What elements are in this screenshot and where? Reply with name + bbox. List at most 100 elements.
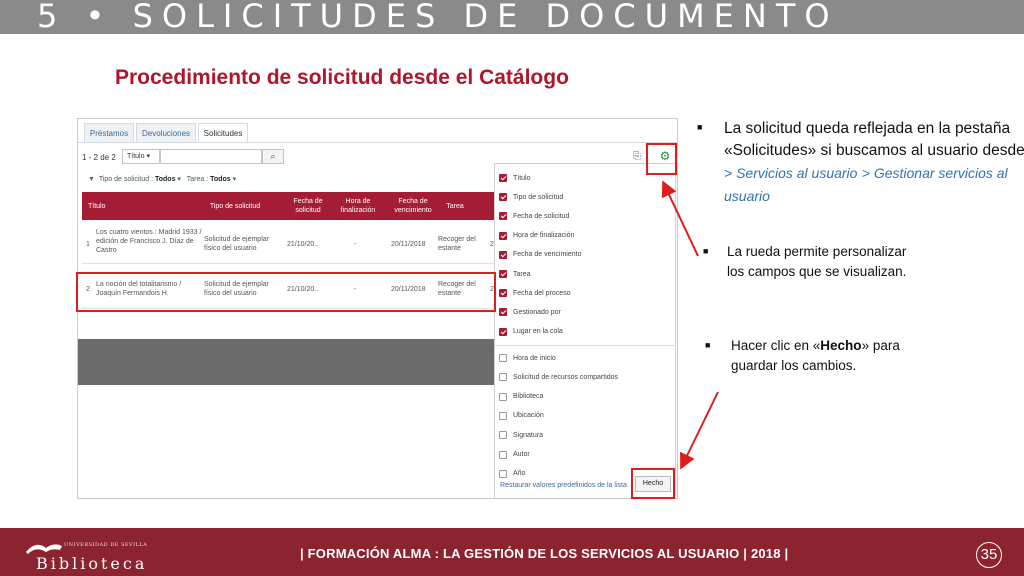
- filter-task-value[interactable]: Todos: [210, 176, 230, 183]
- filter-type-label: Tipo de solicitud :: [98, 176, 154, 183]
- column-option[interactable]: Autor: [499, 447, 530, 463]
- column-option-label: Biblioteca: [513, 393, 544, 401]
- column-option-checkbox[interactable]: [499, 231, 507, 240]
- column-option-checkbox[interactable]: [499, 212, 507, 221]
- column-option[interactable]: Ubicación: [499, 408, 544, 424]
- column-option-label: Fecha de vencimiento: [513, 251, 582, 259]
- search-input[interactable]: [160, 149, 262, 164]
- column-option[interactable]: Tarea: [499, 266, 531, 282]
- search-button[interactable]: ⌕: [262, 149, 284, 164]
- bullet-3: Hacer clic en «Hecho» para guardar los c…: [731, 336, 901, 376]
- column-option-checkbox[interactable]: [499, 469, 507, 478]
- column-option-checkbox[interactable]: [499, 450, 507, 459]
- column-option[interactable]: Solicitud de recursos compartidos: [499, 369, 618, 385]
- row-date: 21/10/20..: [287, 241, 319, 248]
- row-time: -: [354, 241, 357, 248]
- bullet-3-pre: Hacer clic en «: [731, 338, 821, 353]
- column-option[interactable]: Fecha del proceso: [499, 285, 571, 301]
- export-icon[interactable]: ⎘: [633, 151, 641, 162]
- bullet-2: La rueda permite personalizar los campos…: [727, 244, 907, 279]
- library-logo: UNIVERSIDAD DE SEVILLA Biblioteca: [24, 532, 164, 574]
- bullet-marker: ■: [703, 246, 709, 256]
- row-number: 1: [86, 241, 90, 248]
- column-option-checkbox[interactable]: [499, 270, 507, 278]
- slide-subtitle: Procedimiento de solicitud desde el Catá…: [115, 66, 569, 89]
- search-field-select[interactable]: Título ▾: [122, 149, 160, 164]
- slide: 5 • SOLICITUDES DE DOCUMENTO Procedimien…: [0, 0, 1024, 576]
- column-header-time[interactable]: Hora de finalización: [334, 192, 382, 220]
- column-option-label: Fecha del proceso: [513, 289, 571, 297]
- column-option[interactable]: Fecha de vencimiento: [499, 247, 581, 263]
- tab-devoluciones[interactable]: Devoluciones: [136, 123, 196, 143]
- column-option-label: Autor: [513, 451, 530, 458]
- column-option-label: Tarea: [513, 270, 531, 278]
- page-number: 35: [976, 542, 1002, 568]
- tab-solicitudes[interactable]: Solicitudes: [198, 123, 248, 143]
- row-type: Solicitud de ejemplar físico del usuario: [204, 236, 269, 252]
- column-option-label: Ubicación: [513, 412, 544, 420]
- column-header-date[interactable]: Fecha de solicitud: [288, 192, 328, 220]
- gear-highlight: [646, 143, 677, 175]
- column-option[interactable]: Lugar en la cola: [499, 324, 563, 340]
- tab-prestamos[interactable]: Préstamos: [84, 123, 134, 143]
- slide-title: 5 • SOLICITUDES DE DOCUMENTO: [37, 0, 839, 35]
- column-option[interactable]: Hora de finalización: [499, 228, 574, 244]
- row-due: 20/11/2018: [391, 241, 426, 248]
- tab-divider: [78, 142, 677, 143]
- table-header: Título Tipo de solicitud Fecha de solici…: [82, 192, 502, 220]
- column-option[interactable]: Fecha de solicitud: [499, 208, 569, 224]
- column-option[interactable]: Signatura: [499, 427, 543, 443]
- column-option[interactable]: Biblioteca: [499, 389, 543, 405]
- column-option[interactable]: Título: [499, 170, 531, 186]
- column-option-label: Tipo de solicitud: [513, 193, 564, 201]
- search-field-label: Título: [127, 153, 145, 160]
- column-option-label: Solicitud de recursos compartidos: [513, 373, 619, 381]
- title-bar: 5 • SOLICITUDES DE DOCUMENTO: [0, 0, 1024, 35]
- logo-name: Biblioteca: [36, 554, 148, 573]
- column-option-checkbox[interactable]: [499, 411, 507, 420]
- restore-defaults-link[interactable]: Restaurar valores predefinidos de la lis…: [500, 482, 627, 489]
- bullet-1-text: La solicitud queda reflejada en la pesta…: [724, 120, 1024, 159]
- column-option-label: Signatura: [513, 431, 543, 439]
- column-option-checkbox[interactable]: [499, 373, 507, 382]
- done-highlight: [631, 468, 675, 499]
- column-header-due[interactable]: Fecha de vencimiento: [388, 192, 438, 220]
- arrow-to-done: [680, 391, 719, 470]
- column-option[interactable]: Gestionado por: [499, 304, 561, 320]
- column-option-checkbox[interactable]: [499, 327, 507, 336]
- column-option-label: Título: [513, 174, 531, 182]
- column-option-checkbox[interactable]: [499, 289, 507, 298]
- bullet-3-bold: Hecho: [820, 338, 862, 353]
- column-header-title[interactable]: Título: [88, 192, 128, 220]
- filter-type-value[interactable]: Todos: [155, 176, 175, 183]
- column-option-label: Hora de inicio: [513, 354, 556, 362]
- table-row[interactable]: 1 Los cuatro vientos : Madrid 1933 / edi…: [82, 220, 502, 264]
- row-task: Recoger del estante: [438, 236, 476, 252]
- row-title[interactable]: Los cuatro vientos : Madrid 1933 / edici…: [96, 228, 204, 255]
- filter-icon[interactable]: ▼: [88, 176, 95, 183]
- overlay-shade: [78, 339, 498, 385]
- link-servicios-usuario[interactable]: > Servicios al usuario: [724, 165, 857, 181]
- column-option[interactable]: Tipo de solicitud: [499, 189, 563, 205]
- column-option[interactable]: Año: [499, 466, 525, 482]
- column-header-type[interactable]: Tipo de solicitud: [200, 192, 270, 220]
- tab-bar: Préstamos Devoluciones Solicitudes: [78, 119, 677, 143]
- footer-text: | FORMACIÓN ALMA : LA GESTIÓN DE LOS SER…: [300, 546, 789, 561]
- bullet-marker: ■: [697, 122, 703, 132]
- column-option-label: Gestionado por: [513, 308, 561, 316]
- column-option-checkbox[interactable]: [499, 174, 507, 182]
- column-option[interactable]: Hora de inicio: [499, 350, 556, 366]
- filter-bar: ▼ Tipo de solicitud : Todos ▾ Tarea : To…: [88, 176, 237, 183]
- column-option-checkbox[interactable]: [499, 431, 507, 440]
- column-option-checkbox[interactable]: [499, 250, 507, 259]
- column-option-checkbox[interactable]: [499, 308, 507, 317]
- column-header-task[interactable]: Tarea: [440, 192, 470, 220]
- column-option-checkbox[interactable]: [499, 392, 507, 401]
- options-divider: [495, 345, 675, 346]
- column-option-label: Hora de finalización: [513, 232, 575, 240]
- selected-row-highlight: [76, 272, 496, 312]
- column-option-checkbox[interactable]: [499, 193, 507, 202]
- bullet-1: La solicitud queda reflejada en la pesta…: [724, 118, 1024, 208]
- column-option-label: Año: [513, 470, 526, 478]
- column-option-checkbox[interactable]: [499, 354, 507, 362]
